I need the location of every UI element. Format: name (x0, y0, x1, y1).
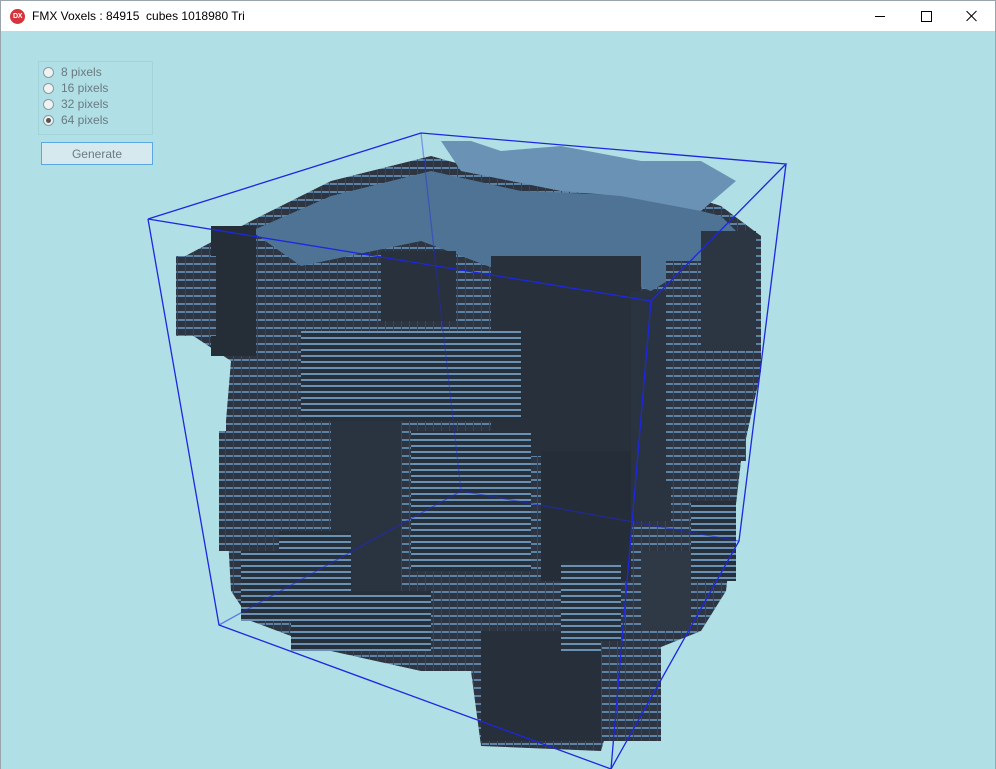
radio-label-8: 8 pixels (61, 65, 102, 79)
radio-64-pixels[interactable]: 64 pixels (43, 112, 108, 128)
radio-32-pixels[interactable]: 32 pixels (43, 96, 108, 112)
radio-button-32[interactable] (43, 98, 54, 110)
app-icon: DX (10, 9, 25, 24)
radio-16-pixels[interactable]: 16 pixels (43, 80, 108, 96)
client-area: 8 pixels 16 pixels 32 pixels 64 pixels G… (1, 31, 995, 769)
radio-label-64: 64 pixels (61, 113, 109, 127)
window-title: FMX Voxels : 84915 cubes 1018980 Tri (32, 9, 245, 23)
maximize-icon (920, 10, 932, 22)
radio-8-pixels[interactable]: 8 pixels (43, 64, 102, 80)
app-window: DX FMX Voxels : 84915 cubes 1018980 Tri (0, 0, 996, 769)
radio-label-16: 16 pixels (61, 81, 109, 95)
generate-button[interactable]: Generate (41, 142, 153, 165)
minimize-button[interactable] (857, 1, 903, 31)
radio-button-16[interactable] (43, 82, 54, 94)
radio-label-32: 32 pixels (61, 97, 109, 111)
close-button[interactable] (949, 1, 995, 31)
resolution-radio-group: 8 pixels 16 pixels 32 pixels 64 pixels (38, 61, 153, 135)
radio-button-64[interactable] (43, 114, 54, 126)
close-icon (966, 10, 978, 22)
voxel-mesh (176, 141, 761, 751)
radio-button-8[interactable] (43, 66, 54, 78)
minimize-icon (875, 15, 885, 17)
title-bar[interactable]: DX FMX Voxels : 84915 cubes 1018980 Tri (1, 1, 995, 31)
maximize-button[interactable] (903, 1, 949, 31)
